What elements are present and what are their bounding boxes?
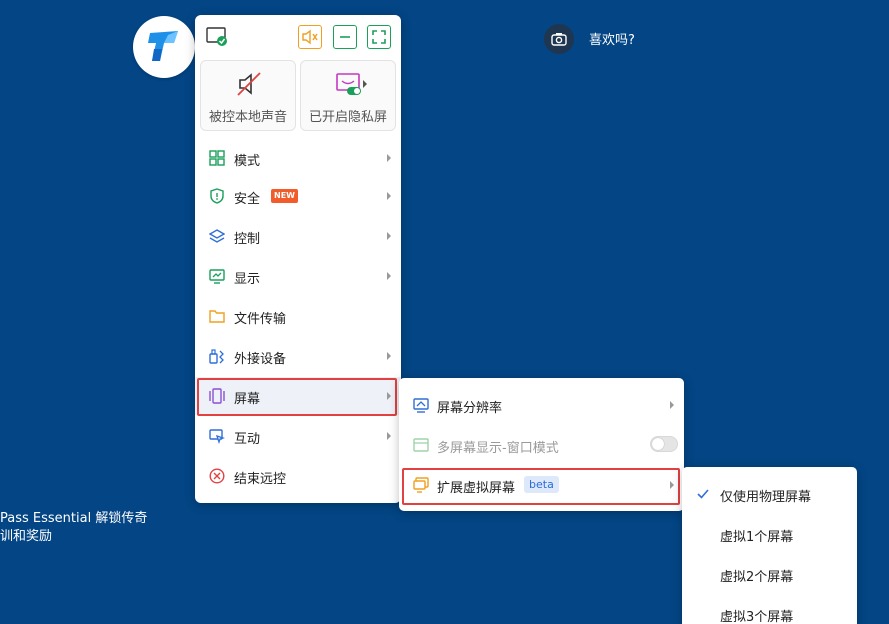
- local-sound-label: 被控本地声音: [208, 110, 287, 125]
- fullscreen-icon: [372, 30, 386, 44]
- chevron-right-icon: [387, 392, 391, 400]
- menu-item-mode[interactable]: 模式: [195, 139, 401, 177]
- mute-icon: [302, 29, 318, 45]
- todesk-logo-icon: [148, 31, 178, 61]
- interact-icon: [209, 429, 225, 444]
- menu-item-screen[interactable]: 屏幕: [195, 377, 401, 415]
- window-mode-icon: [413, 438, 429, 452]
- chevron-right-icon: [670, 481, 674, 489]
- menu-item-label: 互动: [234, 432, 261, 447]
- beta-badge: beta: [524, 476, 559, 493]
- option-label: 虚拟3个屏幕: [720, 610, 794, 624]
- menu-item-label: 显示: [234, 272, 261, 287]
- submenu-item-resolution[interactable]: 屏幕分辨率: [399, 386, 684, 424]
- screens-icon: [209, 388, 225, 404]
- menu-item-label: 外接设备: [234, 352, 287, 367]
- chevron-right-icon: [387, 232, 391, 240]
- option-virtual-1[interactable]: 虚拟1个屏幕: [682, 514, 857, 554]
- check-icon: [697, 489, 709, 499]
- option-physical-only[interactable]: 仅使用物理屏幕: [682, 474, 857, 514]
- menu-item-external-device[interactable]: 外接设备: [195, 337, 401, 375]
- speaker-muted-icon: [237, 72, 261, 96]
- dropdown-arrow-icon[interactable]: [363, 80, 367, 88]
- virtual-screen-submenu: 仅使用物理屏幕 虚拟1个屏幕 虚拟2个屏幕 虚拟3个屏幕: [682, 467, 857, 624]
- option-label: 虚拟2个屏幕: [720, 570, 794, 585]
- layers-icon: [209, 229, 225, 243]
- submenu-item-label: 多屏幕显示-窗口模式: [437, 441, 559, 456]
- menu-item-interact[interactable]: 互动: [195, 417, 401, 455]
- grid-icon: [209, 150, 225, 166]
- chevron-right-icon: [387, 352, 391, 360]
- mute-button[interactable]: [298, 25, 322, 49]
- minimize-icon: [340, 36, 350, 38]
- menu-item-display[interactable]: 显示: [195, 257, 401, 295]
- screen-status-button[interactable]: [205, 25, 229, 49]
- camera-button[interactable]: [544, 24, 574, 54]
- submenu-item-window-mode[interactable]: 多屏幕显示-窗口模式: [399, 426, 684, 464]
- new-badge: NEW: [271, 189, 298, 203]
- usb-device-icon: [209, 349, 224, 364]
- background-text-line: 训和奖励: [0, 529, 53, 544]
- shield-icon: [210, 188, 224, 204]
- submenu-item-virtual-screen[interactable]: 扩展虚拟屏幕 beta: [399, 466, 684, 504]
- chevron-right-icon: [387, 272, 391, 280]
- resolution-icon: [413, 398, 429, 413]
- minimize-button[interactable]: [333, 25, 357, 49]
- option-label: 仅使用物理屏幕: [720, 490, 812, 505]
- folder-icon: [209, 310, 225, 323]
- submenu-item-label: 屏幕分辨率: [437, 401, 503, 416]
- menu-item-control[interactable]: 控制: [195, 217, 401, 255]
- menu-item-label: 模式: [234, 154, 261, 169]
- local-sound-button[interactable]: 被控本地声音: [200, 60, 296, 131]
- remote-control-menu: 被控本地声音 已开启隐私屏 模式 安全 NEW 控制 显示 文件传输 外接设备 …: [195, 15, 401, 503]
- screen-submenu: 屏幕分辨率 多屏幕显示-窗口模式 扩展虚拟屏幕 beta: [399, 378, 684, 511]
- option-label: 虚拟1个屏幕: [720, 530, 794, 545]
- background-text-line: Pass Essential 解锁传奇: [0, 511, 148, 526]
- menu-item-end-remote[interactable]: 结束远控: [195, 457, 401, 495]
- option-virtual-2[interactable]: 虚拟2个屏幕: [682, 554, 857, 594]
- chevron-right-icon: [670, 401, 674, 409]
- chevron-right-icon: [387, 154, 391, 162]
- camera-icon: [551, 33, 567, 46]
- privacy-screen-icon: [336, 73, 361, 95]
- screen-check-icon: [206, 27, 227, 46]
- like-prompt[interactable]: 喜欢吗?: [589, 29, 635, 48]
- privacy-screen-label: 已开启隐私屏: [308, 110, 387, 125]
- option-virtual-3[interactable]: 虚拟3个屏幕: [682, 594, 857, 624]
- privacy-screen-button[interactable]: 已开启隐私屏: [300, 60, 396, 131]
- menu-item-label: 控制: [234, 232, 261, 247]
- menu-item-label: 屏幕: [234, 392, 261, 407]
- app-logo[interactable]: [133, 16, 195, 78]
- menu-item-security[interactable]: 安全 NEW: [195, 177, 401, 215]
- chevron-right-icon: [387, 432, 391, 440]
- submenu-item-label: 扩展虚拟屏幕: [437, 481, 516, 496]
- menu-item-file-transfer[interactable]: 文件传输: [195, 297, 401, 335]
- monitor-chart-icon: [209, 269, 225, 284]
- virtual-screen-icon: [413, 477, 429, 493]
- menu-item-label: 文件传输: [234, 312, 287, 327]
- menu-item-label: 安全: [234, 192, 261, 207]
- menu-item-label: 结束远控: [234, 472, 287, 487]
- toggle-knob: [652, 438, 664, 450]
- close-circle-icon: [209, 468, 225, 484]
- chevron-right-icon: [387, 192, 391, 200]
- fullscreen-button[interactable]: [367, 25, 391, 49]
- window-mode-toggle[interactable]: [650, 436, 678, 452]
